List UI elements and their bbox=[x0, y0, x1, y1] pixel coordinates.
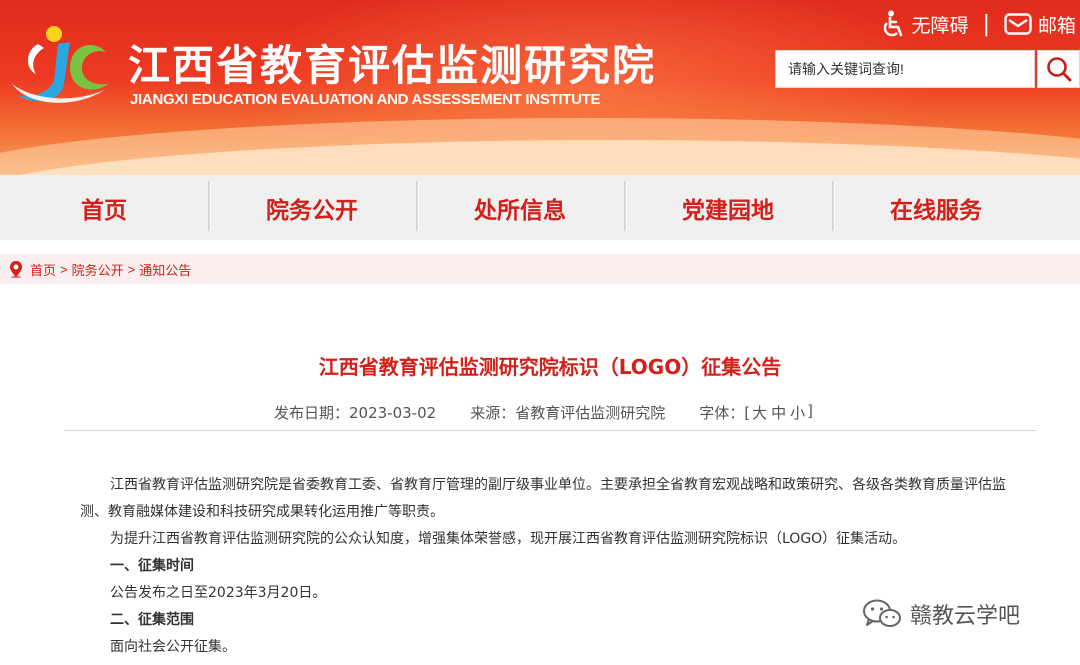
breadcrumb: 首页 > 院务公开 > 通知公告 bbox=[0, 254, 1080, 284]
mail-label: 邮箱 bbox=[1037, 14, 1076, 37]
wechat-icon bbox=[863, 599, 901, 627]
article-title: 江西省教育评估监测研究院标识（LOGO）征集公告 bbox=[318, 355, 782, 379]
font-size-label: 字体：[ bbox=[699, 404, 751, 422]
site-subtitle: JIANGXI EDUCATION EVALUATION AND ASSESSE… bbox=[130, 91, 601, 108]
search-button[interactable] bbox=[1037, 50, 1080, 88]
breadcrumb-section[interactable]: 院务公开 bbox=[72, 260, 124, 279]
title-divider bbox=[64, 430, 1036, 431]
top-separator: | bbox=[982, 11, 990, 37]
accessibility-label: 无障碍 bbox=[911, 14, 969, 37]
nav-item-departments[interactable]: 处所信息 bbox=[416, 175, 624, 240]
article-body: 江西省教育评估监测研究院是省委教育工委、省教育厅管理的副厅级事业单位。主要承担全… bbox=[80, 472, 1030, 661]
mail-icon bbox=[1004, 13, 1032, 35]
site-title: 江西省教育评估监测研究院 bbox=[128, 41, 657, 90]
search-input[interactable]: 请输入关键词查询! bbox=[775, 50, 1035, 88]
paragraph-intro: 江西省教育评估监测研究院是省委教育工委、省教育厅管理的副厅级事业单位。主要承担全… bbox=[80, 477, 1006, 520]
top-links: 无障碍 | 邮箱 bbox=[880, 10, 1076, 38]
breadcrumb-current[interactable]: 通知公告 bbox=[139, 260, 191, 279]
watermark-text: 赣教云学吧 bbox=[910, 604, 1021, 629]
section-heading-time: 一、征集时间 bbox=[110, 558, 194, 574]
main-nav: 首页 院务公开 处所信息 党建园地 在线服务 bbox=[0, 175, 1080, 240]
watermark: 赣教云学吧 bbox=[862, 598, 1020, 630]
paragraph-scope: 面向社会公开征集。 bbox=[110, 639, 236, 655]
header-banner: 江西省教育评估监测研究院 JIANGXI EDUCATION EVALUATIO… bbox=[0, 0, 1080, 175]
paragraph-purpose: 为提升江西省教育评估监测研究院的公众认知度，增强集体荣誉感，现开展江西省教育评估… bbox=[110, 531, 907, 547]
institute-logo[interactable] bbox=[8, 24, 112, 110]
nav-item-home[interactable]: 首页 bbox=[0, 175, 208, 240]
nav-item-affairs[interactable]: 院务公开 bbox=[208, 175, 416, 240]
nav-item-service[interactable]: 在线服务 bbox=[832, 175, 1040, 240]
font-size-medium-button[interactable]: 中 bbox=[771, 402, 786, 423]
accessibility-link[interactable]: 无障碍 bbox=[880, 10, 969, 38]
font-size-small-button[interactable]: 小 bbox=[790, 402, 805, 423]
location-pin-icon bbox=[10, 261, 22, 278]
breadcrumb-separator: > bbox=[60, 261, 68, 277]
article-meta: 发布日期：2023-03-02 来源：省教育评估监测研究院 字体：[ 大 中 小… bbox=[274, 402, 813, 423]
publish-date: 发布日期：2023-03-02 bbox=[274, 404, 437, 422]
wheelchair-icon bbox=[883, 10, 902, 37]
breadcrumb-home[interactable]: 首页 bbox=[30, 260, 56, 279]
breadcrumb-separator: > bbox=[127, 261, 136, 277]
font-size-bracket: ] bbox=[807, 402, 813, 420]
mail-link[interactable]: 邮箱 bbox=[1004, 11, 1076, 38]
nav-item-party[interactable]: 党建园地 bbox=[624, 175, 832, 240]
font-size-large-button[interactable]: 大 bbox=[752, 402, 767, 423]
article-source: 来源：省教育评估监测研究院 bbox=[470, 404, 666, 422]
search-icon bbox=[1046, 57, 1071, 82]
